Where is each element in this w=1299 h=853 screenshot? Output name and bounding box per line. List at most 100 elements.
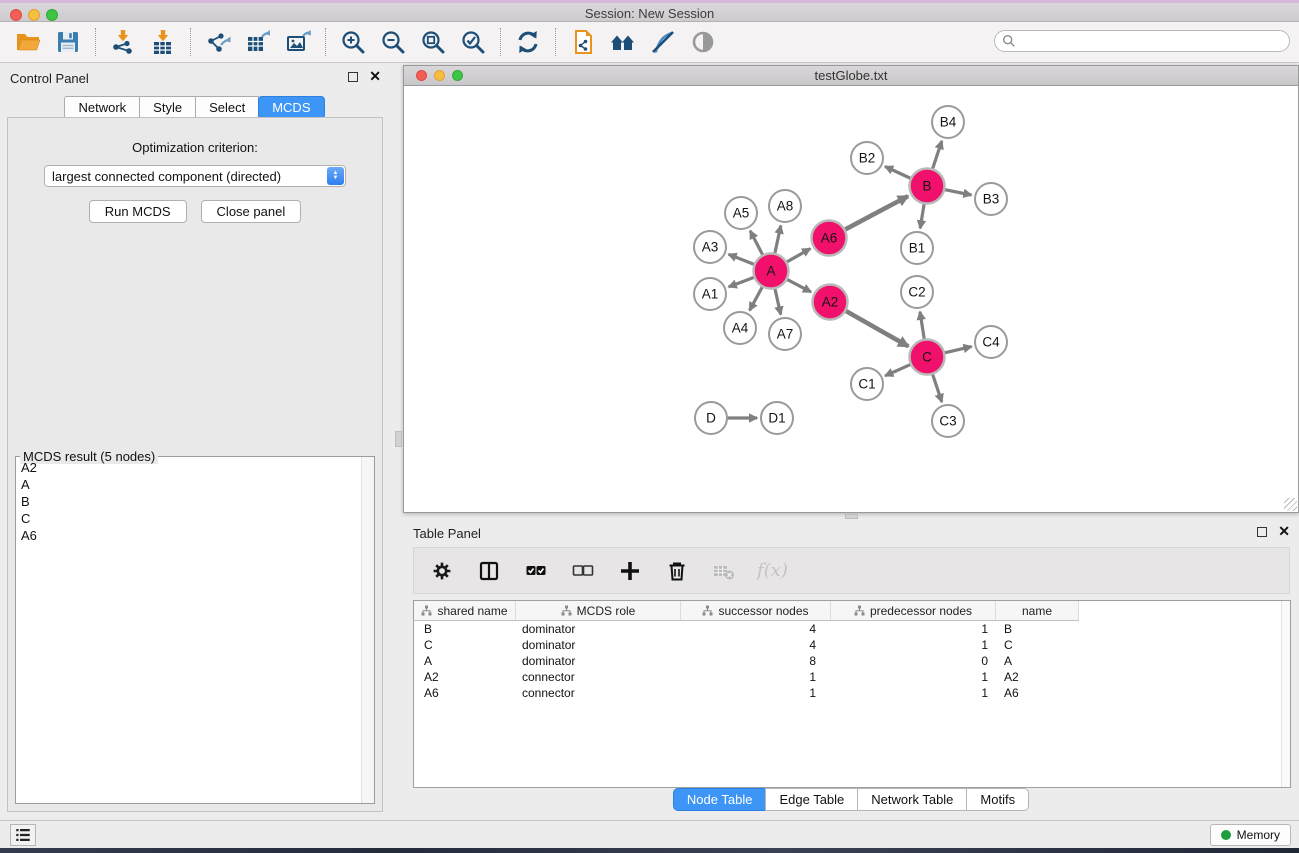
column-header-name[interactable]: name bbox=[996, 601, 1079, 620]
network-close-button[interactable] bbox=[416, 70, 427, 81]
graph-edge-A2-C[interactable] bbox=[844, 310, 908, 346]
graph-node-A1[interactable]: A1 bbox=[694, 278, 726, 310]
tab-select[interactable]: Select bbox=[195, 96, 259, 119]
graph-edge-A-A7[interactable] bbox=[775, 287, 781, 314]
zoom-selected-button[interactable] bbox=[453, 26, 493, 58]
table-panel-float-icon[interactable] bbox=[1257, 527, 1267, 537]
graph-node-C[interactable]: C bbox=[910, 340, 945, 375]
select-all-button[interactable] bbox=[522, 557, 550, 585]
graph-edge-B-B4[interactable] bbox=[932, 141, 942, 170]
graph-node-A3[interactable]: A3 bbox=[694, 231, 726, 263]
network-document-button[interactable] bbox=[563, 26, 603, 58]
graph-edge-A-A4[interactable] bbox=[750, 286, 764, 311]
result-list-item[interactable]: A6 bbox=[17, 527, 360, 544]
network-canvas[interactable]: B4B2BB3A5A8A6A3AB1A1A2C2A4A7C4CC1C3DD1 bbox=[404, 87, 1298, 512]
import-network-button[interactable] bbox=[103, 26, 143, 58]
graph-node-B4[interactable]: B4 bbox=[932, 106, 964, 138]
column-button[interactable] bbox=[475, 557, 503, 585]
refresh-button[interactable] bbox=[508, 26, 548, 58]
control-panel-float-icon[interactable] bbox=[348, 72, 358, 82]
export-network-button[interactable] bbox=[198, 26, 238, 58]
graph-edge-A6-B[interactable] bbox=[844, 196, 908, 230]
graph-node-A2[interactable]: A2 bbox=[813, 285, 848, 320]
graph-edge-B-B2[interactable] bbox=[885, 167, 912, 180]
graph-node-B[interactable]: B bbox=[910, 169, 945, 204]
settings-button[interactable] bbox=[428, 557, 456, 585]
graph-node-A4[interactable]: A4 bbox=[724, 312, 756, 344]
vertical-splitter-handle[interactable] bbox=[395, 431, 402, 447]
graph-edge-A-A8[interactable] bbox=[775, 226, 781, 255]
graph-edge-A-A5[interactable] bbox=[750, 231, 763, 256]
tab-node-table[interactable]: Node Table bbox=[673, 788, 767, 811]
table-row[interactable]: Bdominator41B bbox=[414, 621, 1290, 637]
unselect-all-button[interactable] bbox=[569, 557, 597, 585]
result-list-item[interactable]: A2 bbox=[17, 459, 360, 476]
graph-node-D1[interactable]: D1 bbox=[761, 402, 793, 434]
zoom-fit-button[interactable] bbox=[413, 26, 453, 58]
graph-node-A[interactable]: A bbox=[754, 254, 789, 289]
eye-button[interactable] bbox=[683, 26, 723, 58]
table-panel-close-icon[interactable]: ✕ bbox=[1278, 526, 1290, 537]
result-scrollbar[interactable] bbox=[361, 457, 374, 803]
tab-edge-table[interactable]: Edge Table bbox=[765, 788, 858, 811]
zoom-in-button[interactable] bbox=[333, 26, 373, 58]
graph-node-A7[interactable]: A7 bbox=[769, 318, 801, 350]
search-box[interactable] bbox=[994, 30, 1290, 52]
network-window-titlebar[interactable]: testGlobe.txt bbox=[404, 66, 1298, 86]
graph-node-C4[interactable]: C4 bbox=[975, 326, 1007, 358]
save-session-button[interactable] bbox=[48, 26, 88, 58]
hide-graphics-details-button[interactable] bbox=[643, 26, 683, 58]
tab-network-table[interactable]: Network Table bbox=[857, 788, 967, 811]
tab-mcds[interactable]: MCDS bbox=[258, 96, 324, 119]
table-row[interactable]: A6connector11A6 bbox=[414, 685, 1290, 701]
graph-edge-B-B1[interactable] bbox=[920, 202, 924, 228]
graph-node-B2[interactable]: B2 bbox=[851, 142, 883, 174]
task-history-button[interactable] bbox=[10, 824, 36, 846]
import-table-button[interactable] bbox=[143, 26, 183, 58]
tab-style[interactable]: Style bbox=[139, 96, 196, 119]
column-header-MCDS-role[interactable]: MCDS role bbox=[516, 601, 681, 620]
table-scrollbar[interactable] bbox=[1281, 601, 1290, 787]
memory-button[interactable]: Memory bbox=[1210, 824, 1291, 846]
criterion-dropdown[interactable]: largest connected component (directed) ▲… bbox=[44, 165, 346, 187]
table-row[interactable]: Cdominator41C bbox=[414, 637, 1290, 653]
control-panel-close-icon[interactable]: ✕ bbox=[369, 71, 381, 82]
result-list-item[interactable]: A bbox=[17, 476, 360, 493]
graph-edge-A-A3[interactable] bbox=[729, 254, 756, 265]
window-resize-grip[interactable] bbox=[1284, 498, 1297, 511]
graph-edge-A-A1[interactable] bbox=[729, 277, 756, 287]
horizontal-splitter-handle[interactable] bbox=[845, 514, 858, 519]
graph-node-C1[interactable]: C1 bbox=[851, 368, 883, 400]
graph-node-D[interactable]: D bbox=[695, 402, 727, 434]
column-header-successor-nodes[interactable]: successor nodes bbox=[681, 601, 831, 620]
graph-edge-A-A2[interactable] bbox=[786, 279, 811, 292]
open-session-button[interactable] bbox=[8, 26, 48, 58]
network-minimize-button[interactable] bbox=[434, 70, 445, 81]
graph-edge-C-C1[interactable] bbox=[885, 364, 912, 376]
tab-motifs[interactable]: Motifs bbox=[966, 788, 1029, 811]
graph-node-B3[interactable]: B3 bbox=[975, 183, 1007, 215]
graph-node-B1[interactable]: B1 bbox=[901, 232, 933, 264]
search-input[interactable] bbox=[1016, 32, 1289, 50]
graph-node-A8[interactable]: A8 bbox=[769, 190, 801, 222]
delete-button[interactable] bbox=[663, 557, 691, 585]
graph-edge-C-C4[interactable] bbox=[943, 347, 971, 354]
export-image-button[interactable] bbox=[278, 26, 318, 58]
close-panel-button[interactable]: Close panel bbox=[201, 200, 302, 223]
graph-edge-B-B3[interactable] bbox=[943, 189, 971, 195]
graph-edge-C-C2[interactable] bbox=[920, 312, 925, 341]
add-button[interactable] bbox=[616, 557, 644, 585]
column-header-shared-name[interactable]: shared name bbox=[414, 601, 516, 620]
graph-edge-C-C3[interactable] bbox=[932, 373, 942, 402]
result-list-item[interactable]: B bbox=[17, 493, 360, 510]
table-row[interactable]: A2connector11A2 bbox=[414, 669, 1290, 685]
graph-node-A6[interactable]: A6 bbox=[812, 221, 847, 256]
run-mcds-button[interactable]: Run MCDS bbox=[89, 200, 187, 223]
zoom-out-button[interactable] bbox=[373, 26, 413, 58]
result-list-item[interactable]: C bbox=[17, 510, 360, 527]
export-table-button[interactable] bbox=[238, 26, 278, 58]
tab-network[interactable]: Network bbox=[64, 96, 140, 119]
column-header-predecessor-nodes[interactable]: predecessor nodes bbox=[831, 601, 996, 620]
graph-node-C3[interactable]: C3 bbox=[932, 405, 964, 437]
graph-node-A5[interactable]: A5 bbox=[725, 197, 757, 229]
